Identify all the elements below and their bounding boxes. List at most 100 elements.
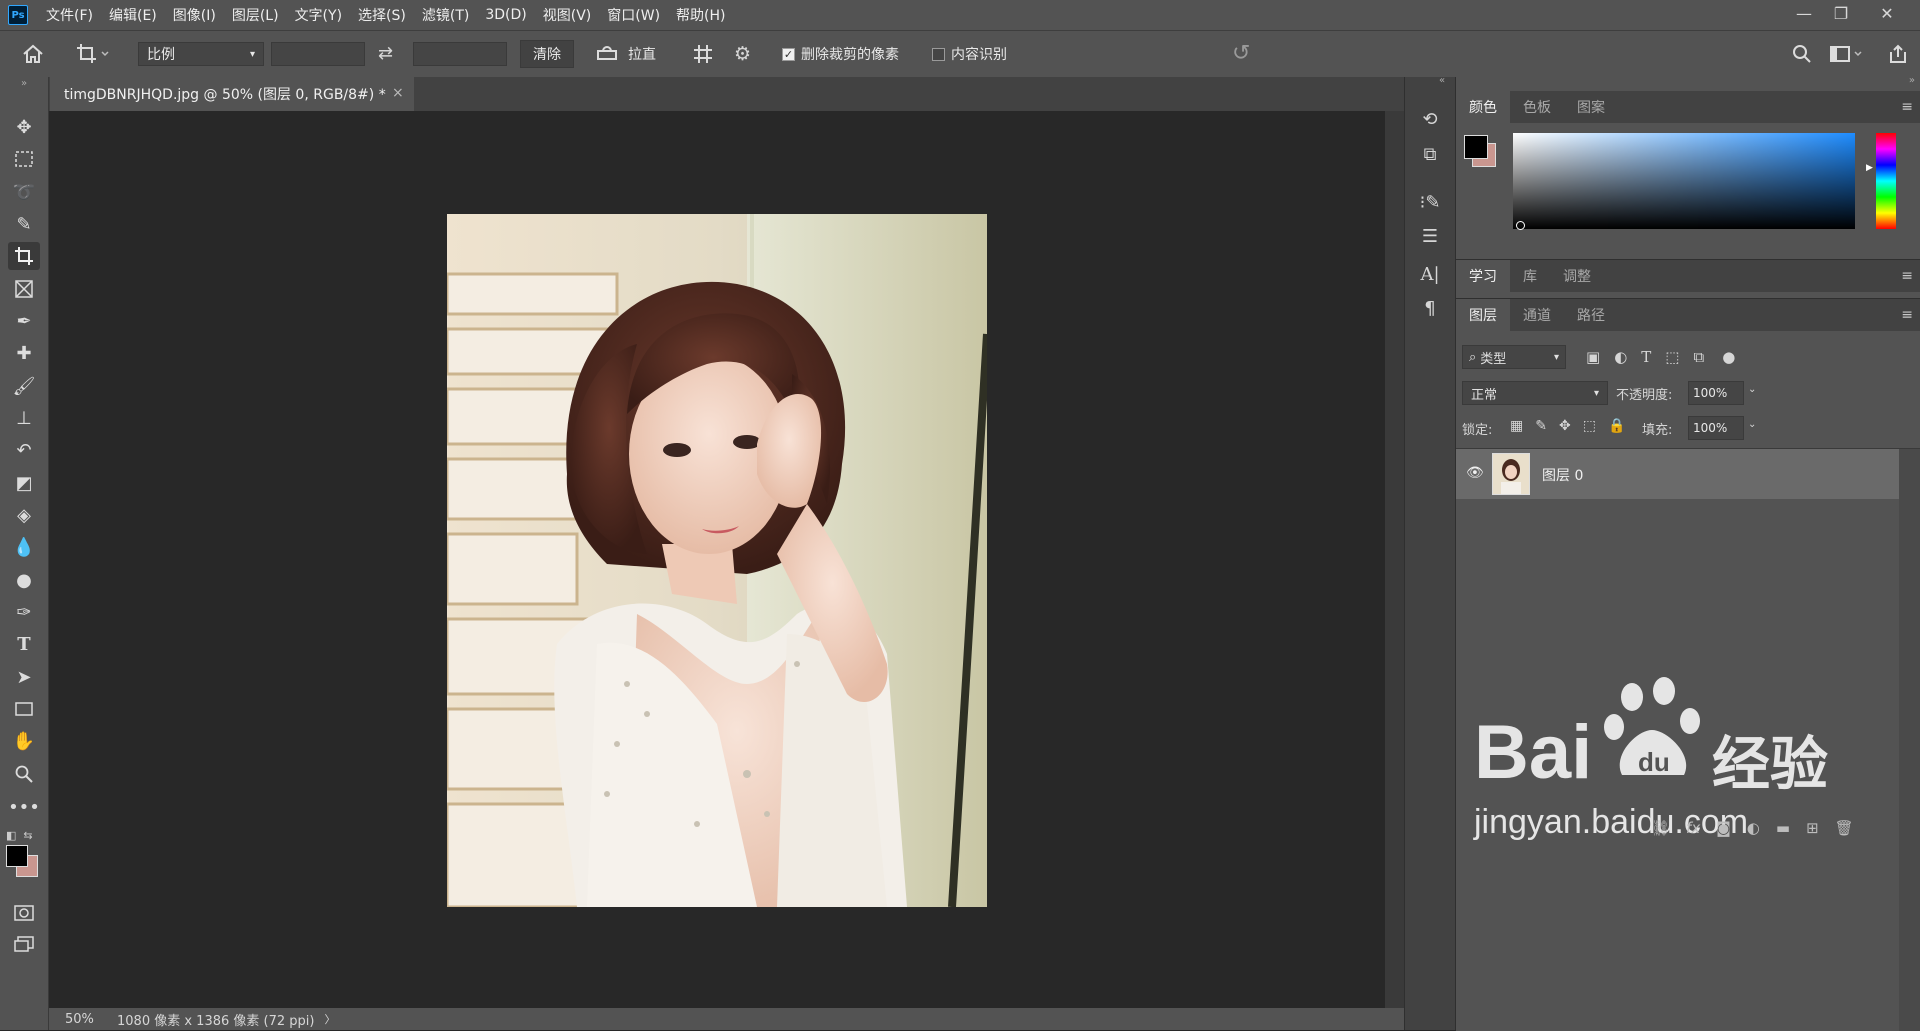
tab-color[interactable]: 颜色: [1456, 91, 1510, 123]
history-brush-tool-icon[interactable]: ↶: [8, 436, 40, 464]
content-aware-checkbox[interactable]: 内容识别: [932, 31, 1007, 77]
clear-button[interactable]: 清除: [520, 40, 574, 68]
tab-layers[interactable]: 图层: [1456, 299, 1510, 331]
foreground-color-swatch[interactable]: [6, 845, 28, 867]
blur-tool-icon[interactable]: 💧: [8, 533, 40, 561]
frame-tool-icon[interactable]: [8, 275, 40, 303]
dodge-tool-icon[interactable]: ●: [8, 566, 40, 594]
gear-icon[interactable]: ⚙: [734, 31, 751, 77]
tab-adjustments[interactable]: 调整: [1550, 260, 1604, 292]
panel-menu-icon[interactable]: ≡: [1901, 268, 1913, 284]
brush-tool-icon[interactable]: 🖌: [8, 372, 40, 400]
tab-libraries[interactable]: 库: [1510, 260, 1550, 292]
add-mask-icon[interactable]: ◙: [1716, 819, 1731, 837]
ratio-height-input[interactable]: [413, 42, 507, 66]
3d-panel-icon[interactable]: ⧉: [1415, 139, 1445, 169]
adjustment-layer-icon[interactable]: ◐: [1747, 819, 1760, 837]
restore-button[interactable]: ❐: [1822, 0, 1860, 26]
blend-mode-select[interactable]: 正常 ▾: [1462, 381, 1608, 405]
filter-adjustment-icon[interactable]: ◐: [1614, 348, 1627, 366]
rectangle-tool-icon[interactable]: [8, 695, 40, 723]
hand-tool-icon[interactable]: ✋: [8, 727, 40, 755]
properties-icon[interactable]: ☰: [1415, 221, 1445, 251]
filter-shape-icon[interactable]: ⬚: [1665, 348, 1679, 366]
filter-pixel-icon[interactable]: ▣: [1586, 348, 1600, 366]
tab-paths[interactable]: 路径: [1564, 299, 1618, 331]
opacity-input[interactable]: 100%: [1688, 381, 1744, 405]
photoshop-logo[interactable]: Ps: [8, 5, 28, 25]
new-layer-icon[interactable]: ⊞: [1806, 819, 1819, 837]
overlay-grid-icon[interactable]: [692, 31, 714, 77]
lock-all-icon[interactable]: 🔒: [1608, 418, 1625, 434]
lock-transparent-icon[interactable]: ▦: [1510, 418, 1523, 434]
reset-icon[interactable]: ↺: [1232, 31, 1250, 77]
panel-menu-icon[interactable]: ≡: [1901, 307, 1913, 323]
lock-artboard-icon[interactable]: ⬚: [1583, 418, 1596, 434]
fill-slider-chevron-icon[interactable]: ⌄: [1748, 419, 1756, 430]
menu-3d[interactable]: 3D(D): [485, 7, 526, 23]
new-group-icon[interactable]: ▬: [1776, 819, 1790, 837]
opacity-slider-chevron-icon[interactable]: ⌄: [1748, 384, 1756, 395]
zoom-level[interactable]: 50%: [65, 1012, 113, 1027]
paragraph-panel-icon[interactable]: ¶: [1415, 293, 1445, 323]
expand-panels-icon[interactable]: »: [1909, 75, 1915, 86]
straighten-button[interactable]: 拉直: [596, 31, 656, 77]
zoom-tool-icon[interactable]: [8, 760, 40, 788]
collapse-toolbar-icon[interactable]: »: [8, 77, 40, 89]
document-tab[interactable]: timgDBNRJHQD.jpg @ 50% (图层 0, RGB/8#) * …: [50, 77, 414, 111]
fx-icon[interactable]: fx: [1686, 819, 1700, 837]
ratio-width-input[interactable]: [271, 42, 365, 66]
crop-tool-preset-icon[interactable]: [76, 31, 110, 77]
eraser-tool-icon[interactable]: ◩: [8, 469, 40, 497]
delete-layer-icon[interactable]: 🗑: [1835, 819, 1854, 837]
collapse-panels-icon[interactable]: «: [1439, 75, 1445, 86]
paint-bucket-tool-icon[interactable]: ◈: [8, 501, 40, 529]
vertical-scrollbar[interactable]: [1385, 111, 1404, 1008]
swap-icon[interactable]: ⇄: [378, 31, 393, 77]
more-tools-icon[interactable]: •••: [8, 793, 40, 821]
tab-patterns[interactable]: 图案: [1564, 91, 1618, 123]
eyedropper-tool-icon[interactable]: ✒: [8, 307, 40, 335]
character-panel-icon[interactable]: A|: [1415, 259, 1445, 289]
screen-mode-icon[interactable]: [8, 930, 40, 958]
menu-layer[interactable]: 图层(L): [232, 5, 279, 25]
home-icon[interactable]: [22, 31, 44, 77]
fill-input[interactable]: 100%: [1688, 416, 1744, 440]
layer-name[interactable]: 图层 0: [1542, 465, 1583, 485]
tab-learn[interactable]: 学习: [1456, 260, 1510, 292]
menu-help[interactable]: 帮助(H): [676, 5, 725, 25]
layer-filter-select[interactable]: ⌕ 类型 ▾: [1462, 345, 1566, 369]
tab-channels[interactable]: 通道: [1510, 299, 1564, 331]
move-tool-icon[interactable]: ✥: [8, 113, 40, 141]
quick-mask-icon[interactable]: [8, 899, 40, 927]
document-image[interactable]: [447, 214, 987, 907]
layer-row[interactable]: 👁 图层 0: [1456, 449, 1899, 499]
filter-toggle-icon[interactable]: ●: [1722, 348, 1735, 366]
clone-stamp-tool-icon[interactable]: ⊥: [8, 404, 40, 432]
tab-swatches[interactable]: 色板: [1510, 91, 1564, 123]
status-menu-arrow-icon[interactable]: 〉: [324, 1011, 335, 1027]
close-tab-icon[interactable]: ×: [392, 85, 404, 101]
delete-cropped-checkbox[interactable]: ✓ 删除裁剪的像素: [782, 31, 899, 77]
path-selection-tool-icon[interactable]: ➤: [8, 663, 40, 691]
menu-select[interactable]: 选择(S): [358, 5, 406, 25]
crop-tool-icon[interactable]: [8, 242, 40, 270]
brush-settings-icon[interactable]: ⁝✎: [1415, 187, 1445, 217]
lock-pixels-icon[interactable]: ✎: [1535, 418, 1547, 434]
quick-selection-tool-icon[interactable]: ✎: [8, 210, 40, 238]
panel-menu-icon[interactable]: ≡: [1901, 99, 1913, 115]
minimize-button[interactable]: —: [1785, 0, 1823, 26]
eye-icon[interactable]: 👁: [1466, 465, 1484, 481]
pen-tool-icon[interactable]: ✑: [8, 598, 40, 626]
filter-smart-object-icon[interactable]: ⧉: [1693, 348, 1704, 366]
color-panel-foreground-swatch[interactable]: [1464, 135, 1488, 159]
close-button[interactable]: ✕: [1868, 0, 1906, 26]
menu-image[interactable]: 图像(I): [173, 5, 216, 25]
workspace-icon[interactable]: [1830, 31, 1864, 77]
color-picker-marker[interactable]: [1516, 221, 1525, 230]
menu-filter[interactable]: 滤镜(T): [422, 5, 469, 25]
menu-edit[interactable]: 编辑(E): [109, 5, 157, 25]
default-colors-icon[interactable]: ◧ ⇆: [6, 829, 42, 843]
history-panel-icon[interactable]: ⟲: [1415, 104, 1445, 134]
filter-type-icon[interactable]: T: [1641, 348, 1651, 366]
